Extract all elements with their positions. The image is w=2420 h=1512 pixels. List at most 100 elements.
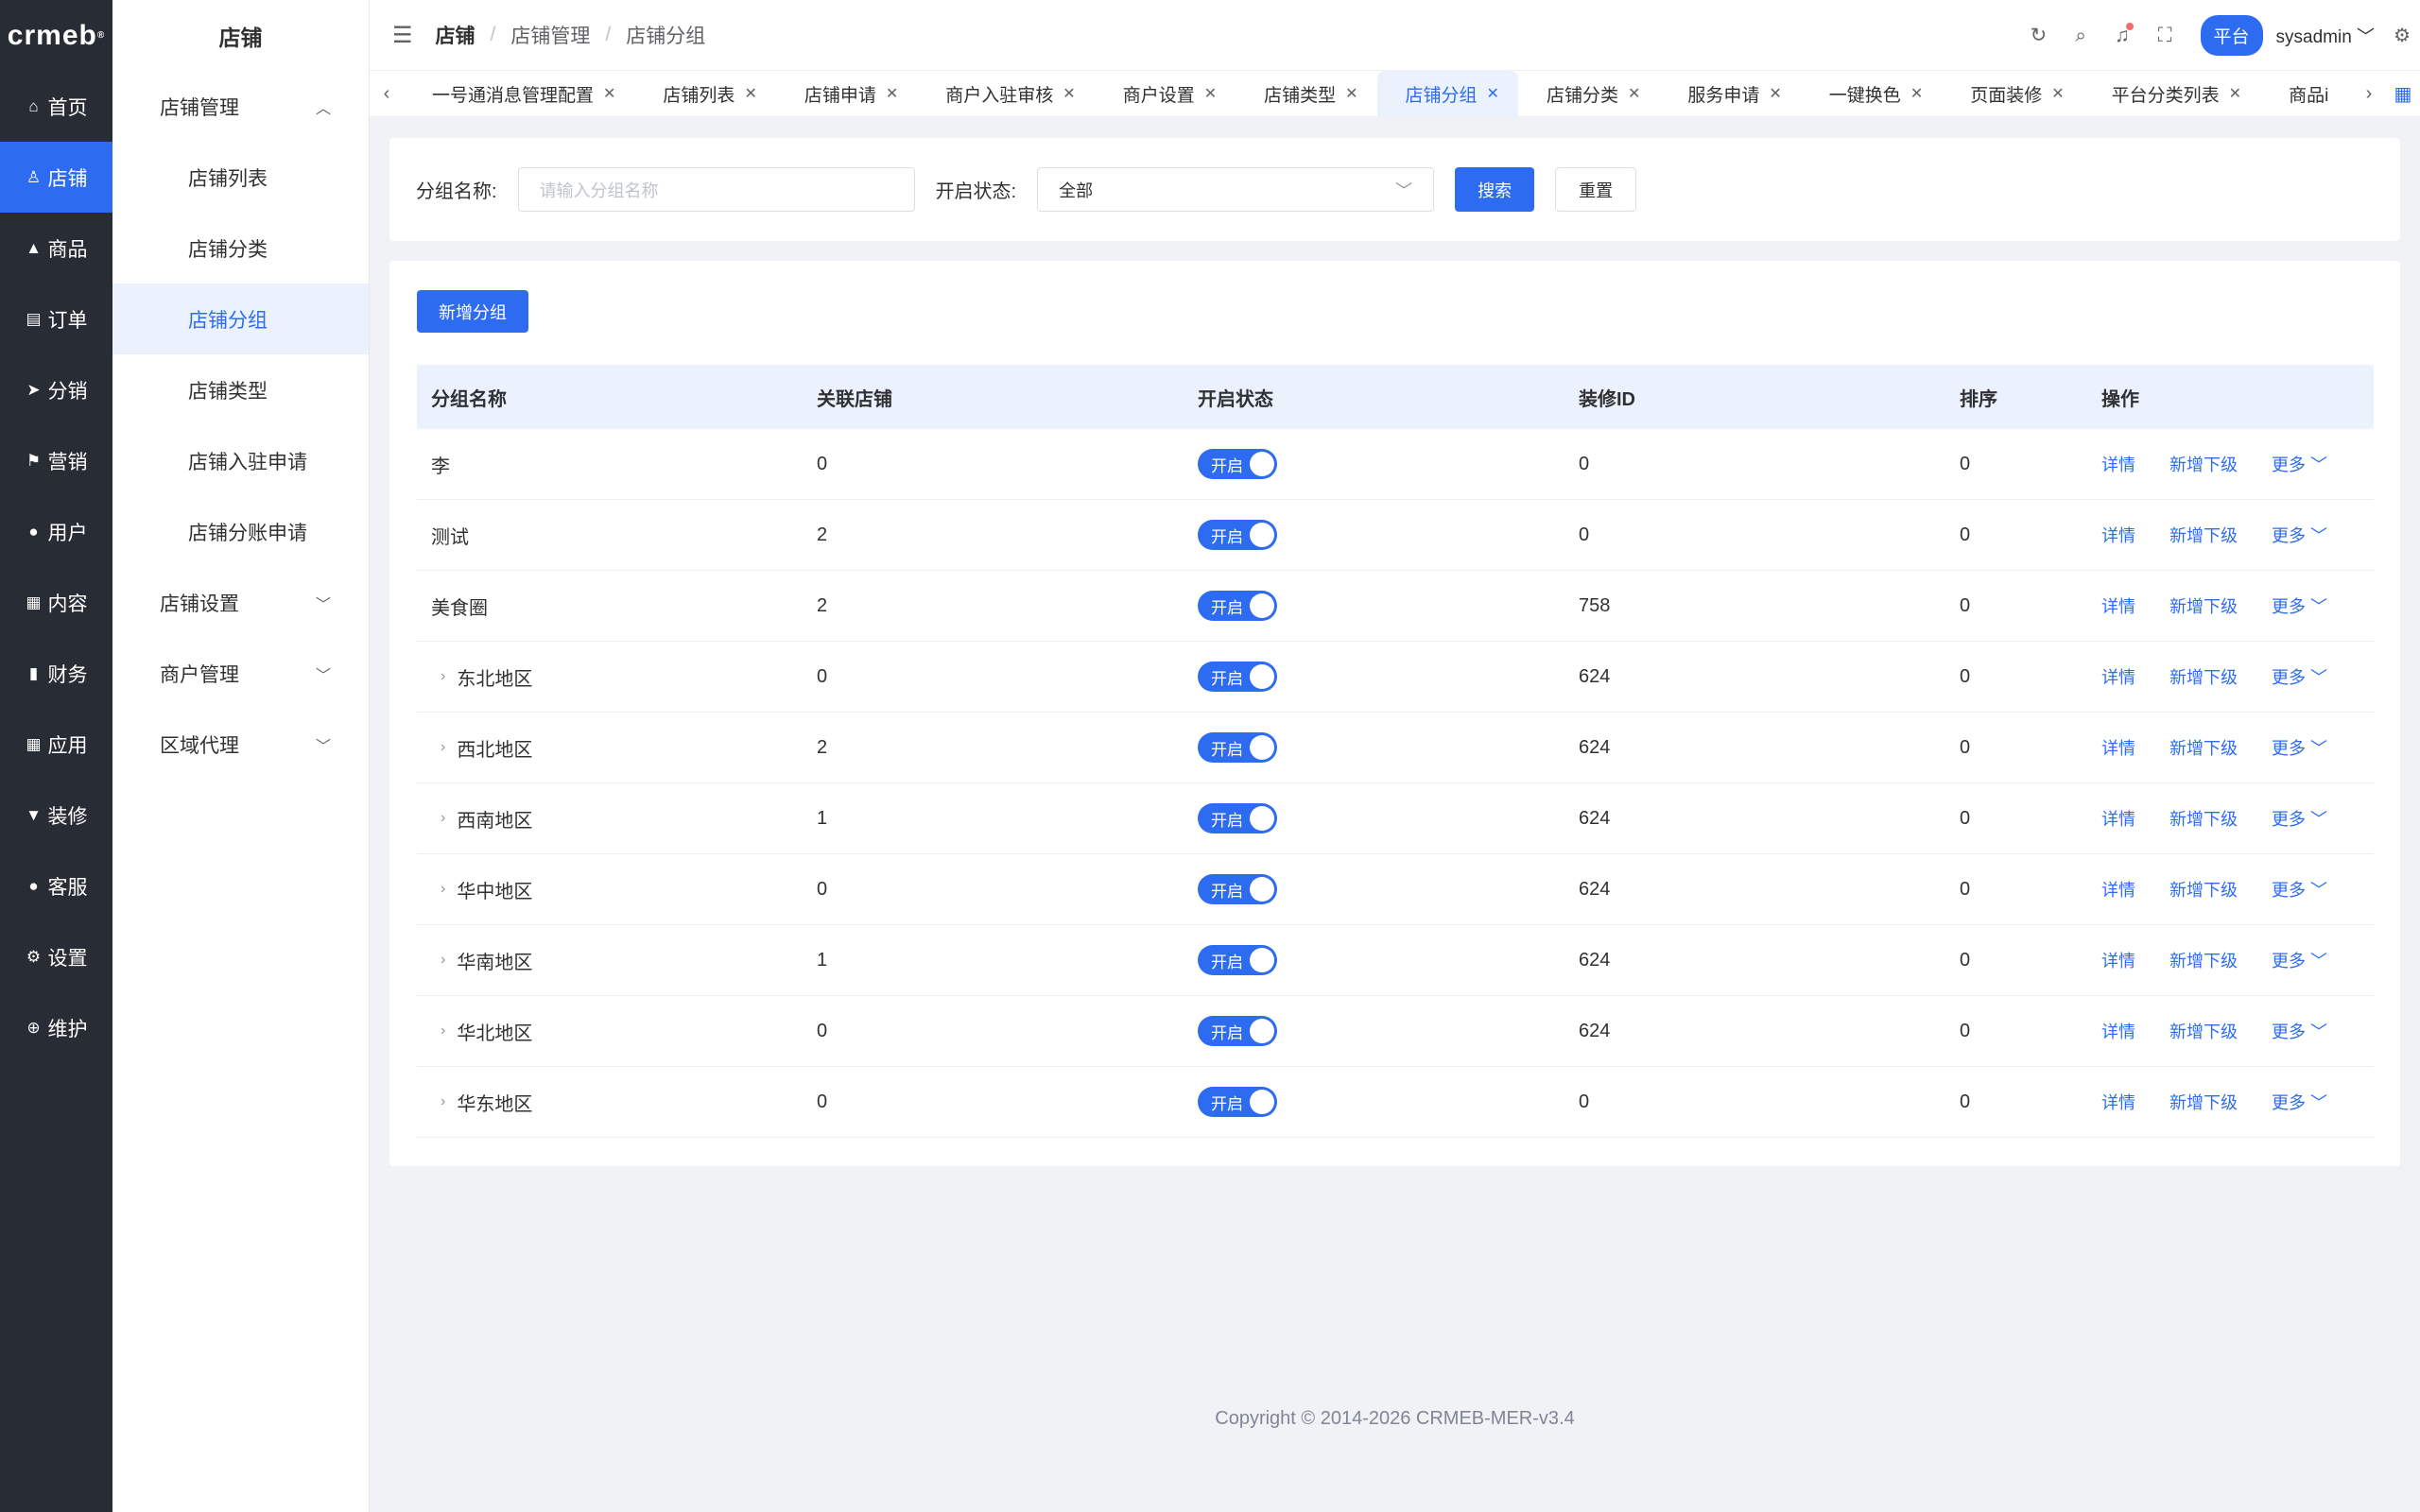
status-toggle[interactable]: 开启 (1198, 520, 1277, 550)
expand-chevron-icon[interactable]: › (441, 810, 445, 827)
sidebar-item[interactable]: 店铺入驻申请 (112, 425, 369, 496)
status-toggle[interactable]: 开启 (1198, 1016, 1277, 1046)
detail-link[interactable]: 详情 (2101, 452, 2135, 476)
expand-chevron-icon[interactable]: › (441, 668, 445, 685)
tab-item[interactable]: 店铺申请 ✕ (776, 71, 917, 117)
status-toggle[interactable]: 开启 (1198, 591, 1277, 621)
rail-item-maintain[interactable]: ⊕ 维护 (0, 992, 112, 1063)
tab-item[interactable]: 页面装修 ✕ (1942, 71, 2083, 117)
platform-badge[interactable]: 平台 (2200, 15, 2263, 56)
add-child-link[interactable]: 新增下级 (2169, 1019, 2238, 1043)
status-toggle[interactable]: 开启 (1198, 662, 1277, 692)
rail-item-order[interactable]: ▤ 订单 (0, 284, 112, 354)
close-icon[interactable]: ✕ (1063, 84, 1075, 103)
tab-item[interactable]: 商户入驻审核 ✕ (917, 71, 1094, 117)
add-child-link[interactable]: 新增下级 (2169, 806, 2238, 831)
sidebar-item[interactable]: 店铺分账申请 (112, 496, 369, 567)
sidebar-group[interactable]: 区域代理 ﹀ (112, 709, 369, 780)
add-child-link[interactable]: 新增下级 (2169, 523, 2238, 547)
status-toggle[interactable]: 开启 (1198, 945, 1277, 975)
menu-toggle-icon[interactable]: ☰ (392, 22, 413, 49)
tab-scroll-right-icon[interactable]: › (2352, 83, 2386, 105)
expand-chevron-icon[interactable]: › (441, 881, 445, 898)
breadcrumb-root[interactable]: 店铺 (436, 21, 475, 49)
sidebar-item[interactable]: 店铺分组 (112, 284, 369, 354)
reset-button[interactable]: 重置 (1555, 167, 1637, 212)
close-icon[interactable]: ✕ (1487, 84, 1499, 103)
sidebar-item[interactable]: 店铺分类 (112, 213, 369, 284)
status-toggle[interactable]: 开启 (1198, 1087, 1277, 1117)
sidebar-item[interactable]: 店铺类型 (112, 354, 369, 425)
user-menu[interactable]: sysadmin ﹀ (2276, 23, 2376, 48)
more-dropdown[interactable]: 更多 ﹀ (2272, 806, 2327, 831)
close-icon[interactable]: ✕ (2229, 84, 2241, 103)
tab-item[interactable]: 店铺分类 ✕ (1518, 71, 1659, 117)
status-toggle[interactable]: 开启 (1198, 803, 1277, 833)
rail-item-brush[interactable]: ▼ 装修 (0, 780, 112, 850)
bell-icon[interactable]: ♫ (2115, 22, 2134, 47)
detail-link[interactable]: 详情 (2101, 1090, 2135, 1114)
tab-item[interactable]: 店铺分组 ✕ (1376, 70, 1518, 117)
rail-item-book[interactable]: ▦ 内容 (0, 567, 112, 638)
status-select[interactable]: 全部 ﹀ (1037, 167, 1435, 212)
tab-item[interactable]: 商品i (2260, 71, 2347, 117)
rail-item-store[interactable]: ♙ 店铺 (0, 142, 112, 213)
close-icon[interactable]: ✕ (1345, 84, 1357, 103)
close-icon[interactable]: ✕ (603, 84, 615, 103)
more-dropdown[interactable]: 更多 ﹀ (2272, 523, 2327, 547)
rail-item-send[interactable]: ➤ 分销 (0, 354, 112, 425)
crmeb-logo[interactable]: crmeb ® (0, 0, 112, 71)
detail-link[interactable]: 详情 (2101, 877, 2135, 902)
expand-chevron-icon[interactable]: › (441, 739, 445, 756)
tab-item[interactable]: 一号通消息管理配置 ✕ (404, 71, 634, 117)
close-icon[interactable]: ✕ (1204, 84, 1217, 103)
rail-item-home[interactable]: ⌂ 首页 (0, 71, 112, 142)
add-group-button[interactable]: 新增分组 (417, 290, 528, 333)
settings-gear-icon[interactable]: ⚙ (2394, 24, 2411, 47)
close-icon[interactable]: ✕ (1769, 84, 1781, 103)
rail-item-gear[interactable]: ⚙ 设置 (0, 921, 112, 992)
detail-link[interactable]: 详情 (2101, 806, 2135, 831)
rail-item-goods[interactable]: ▲ 商品 (0, 213, 112, 284)
status-toggle[interactable]: 开启 (1198, 449, 1277, 479)
detail-link[interactable]: 详情 (2101, 948, 2135, 972)
rail-item-flag[interactable]: ⚑ 营销 (0, 425, 112, 496)
expand-chevron-icon[interactable]: › (441, 1022, 445, 1040)
detail-link[interactable]: 详情 (2101, 1019, 2135, 1043)
sidebar-item[interactable]: 店铺列表 (112, 142, 369, 213)
more-dropdown[interactable]: 更多 ﹀ (2272, 1019, 2327, 1043)
detail-link[interactable]: 详情 (2101, 735, 2135, 760)
tab-item[interactable]: 商户设置 ✕ (1095, 71, 1236, 117)
more-dropdown[interactable]: 更多 ﹀ (2272, 593, 2327, 618)
close-icon[interactable]: ✕ (2051, 84, 2064, 103)
tabs-menu-icon[interactable]: ▦ (2386, 82, 2420, 106)
tab-item[interactable]: 一键换色 ✕ (1801, 71, 1942, 117)
search-button[interactable]: 搜索 (1455, 167, 1535, 212)
detail-link[interactable]: 详情 (2101, 664, 2135, 689)
status-toggle[interactable]: 开启 (1198, 874, 1277, 904)
close-icon[interactable]: ✕ (1628, 84, 1640, 103)
rail-item-service[interactable]: ● 客服 (0, 850, 112, 921)
close-icon[interactable]: ✕ (744, 84, 756, 103)
close-icon[interactable]: ✕ (1910, 84, 1923, 103)
rail-item-grid[interactable]: ▦ 应用 (0, 709, 112, 780)
fullscreen-icon[interactable]: ⛶ (2158, 25, 2172, 47)
search-icon[interactable]: ⌕ (2075, 25, 2086, 47)
rail-item-chart[interactable]: ▮ 财务 (0, 638, 112, 709)
add-child-link[interactable]: 新增下级 (2169, 664, 2238, 689)
close-icon[interactable]: ✕ (886, 84, 898, 103)
status-toggle[interactable]: 开启 (1198, 732, 1277, 763)
add-child-link[interactable]: 新增下级 (2169, 593, 2238, 618)
add-child-link[interactable]: 新增下级 (2169, 735, 2238, 760)
detail-link[interactable]: 详情 (2101, 523, 2135, 547)
group-name-input[interactable]: 请输入分组名称 (517, 167, 915, 212)
breadcrumb-mid[interactable]: 店铺管理 (510, 21, 590, 49)
tab-item[interactable]: 服务申请 ✕ (1659, 71, 1800, 117)
more-dropdown[interactable]: 更多 ﹀ (2272, 1090, 2327, 1114)
more-dropdown[interactable]: 更多 ﹀ (2272, 452, 2327, 476)
tab-scroll-left-icon[interactable]: ‹ (370, 83, 404, 105)
expand-chevron-icon[interactable]: › (441, 952, 445, 969)
add-child-link[interactable]: 新增下级 (2169, 1090, 2238, 1114)
add-child-link[interactable]: 新增下级 (2169, 877, 2238, 902)
add-child-link[interactable]: 新增下级 (2169, 948, 2238, 972)
